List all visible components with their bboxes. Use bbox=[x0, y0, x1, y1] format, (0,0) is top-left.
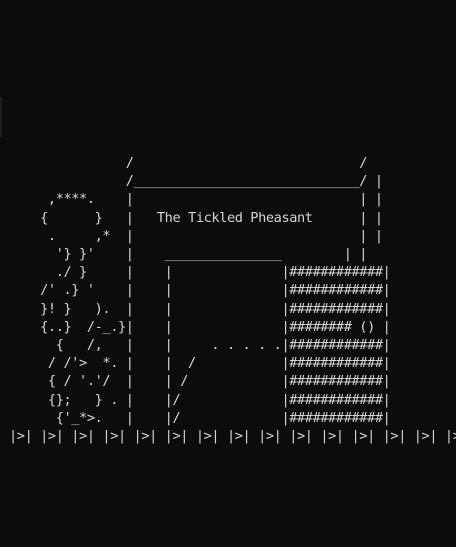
ascii-art-line: ,****. | | | bbox=[9, 191, 383, 208]
ascii-art-line: { / '.'/ | | / |############| bbox=[9, 373, 391, 390]
scrollbar-edge bbox=[0, 97, 2, 137]
ascii-art-scene: / / /_____________________________/ | ,*… bbox=[9, 154, 456, 445]
ascii-art-line: |>| |>| |>| |>| |>| |>| |>| |>| |>| |>| … bbox=[9, 428, 456, 445]
ascii-art-line: ./ } | | |############| bbox=[9, 264, 391, 281]
ascii-art-line: /_____________________________/ | bbox=[9, 173, 383, 190]
ascii-art-line: { /, | | . . . . .|############| bbox=[9, 337, 391, 354]
ascii-art-line: {'_*>. | |/ |############| bbox=[9, 409, 391, 426]
ascii-art-line: {}; } . | |/ |############| bbox=[9, 391, 391, 408]
ascii-art-line: '} }' | _______________ | | bbox=[9, 246, 368, 263]
terminal-screen: / / /_____________________________/ | ,*… bbox=[0, 0, 456, 547]
ascii-art-line: /' .} ' | | |############| bbox=[9, 282, 391, 299]
ascii-art-line: {..} /-_.}| | |######## () | bbox=[9, 318, 391, 335]
ascii-art-line: / /'> *. | | / |############| bbox=[9, 355, 391, 372]
ascii-art-line: / / bbox=[9, 155, 368, 171]
ascii-art-line: }! } ). | | |############| bbox=[9, 300, 391, 317]
ascii-art-line: . ,* | | | bbox=[9, 227, 383, 244]
ascii-art-line: { } | The Tickled Pheasant | | bbox=[9, 209, 383, 226]
